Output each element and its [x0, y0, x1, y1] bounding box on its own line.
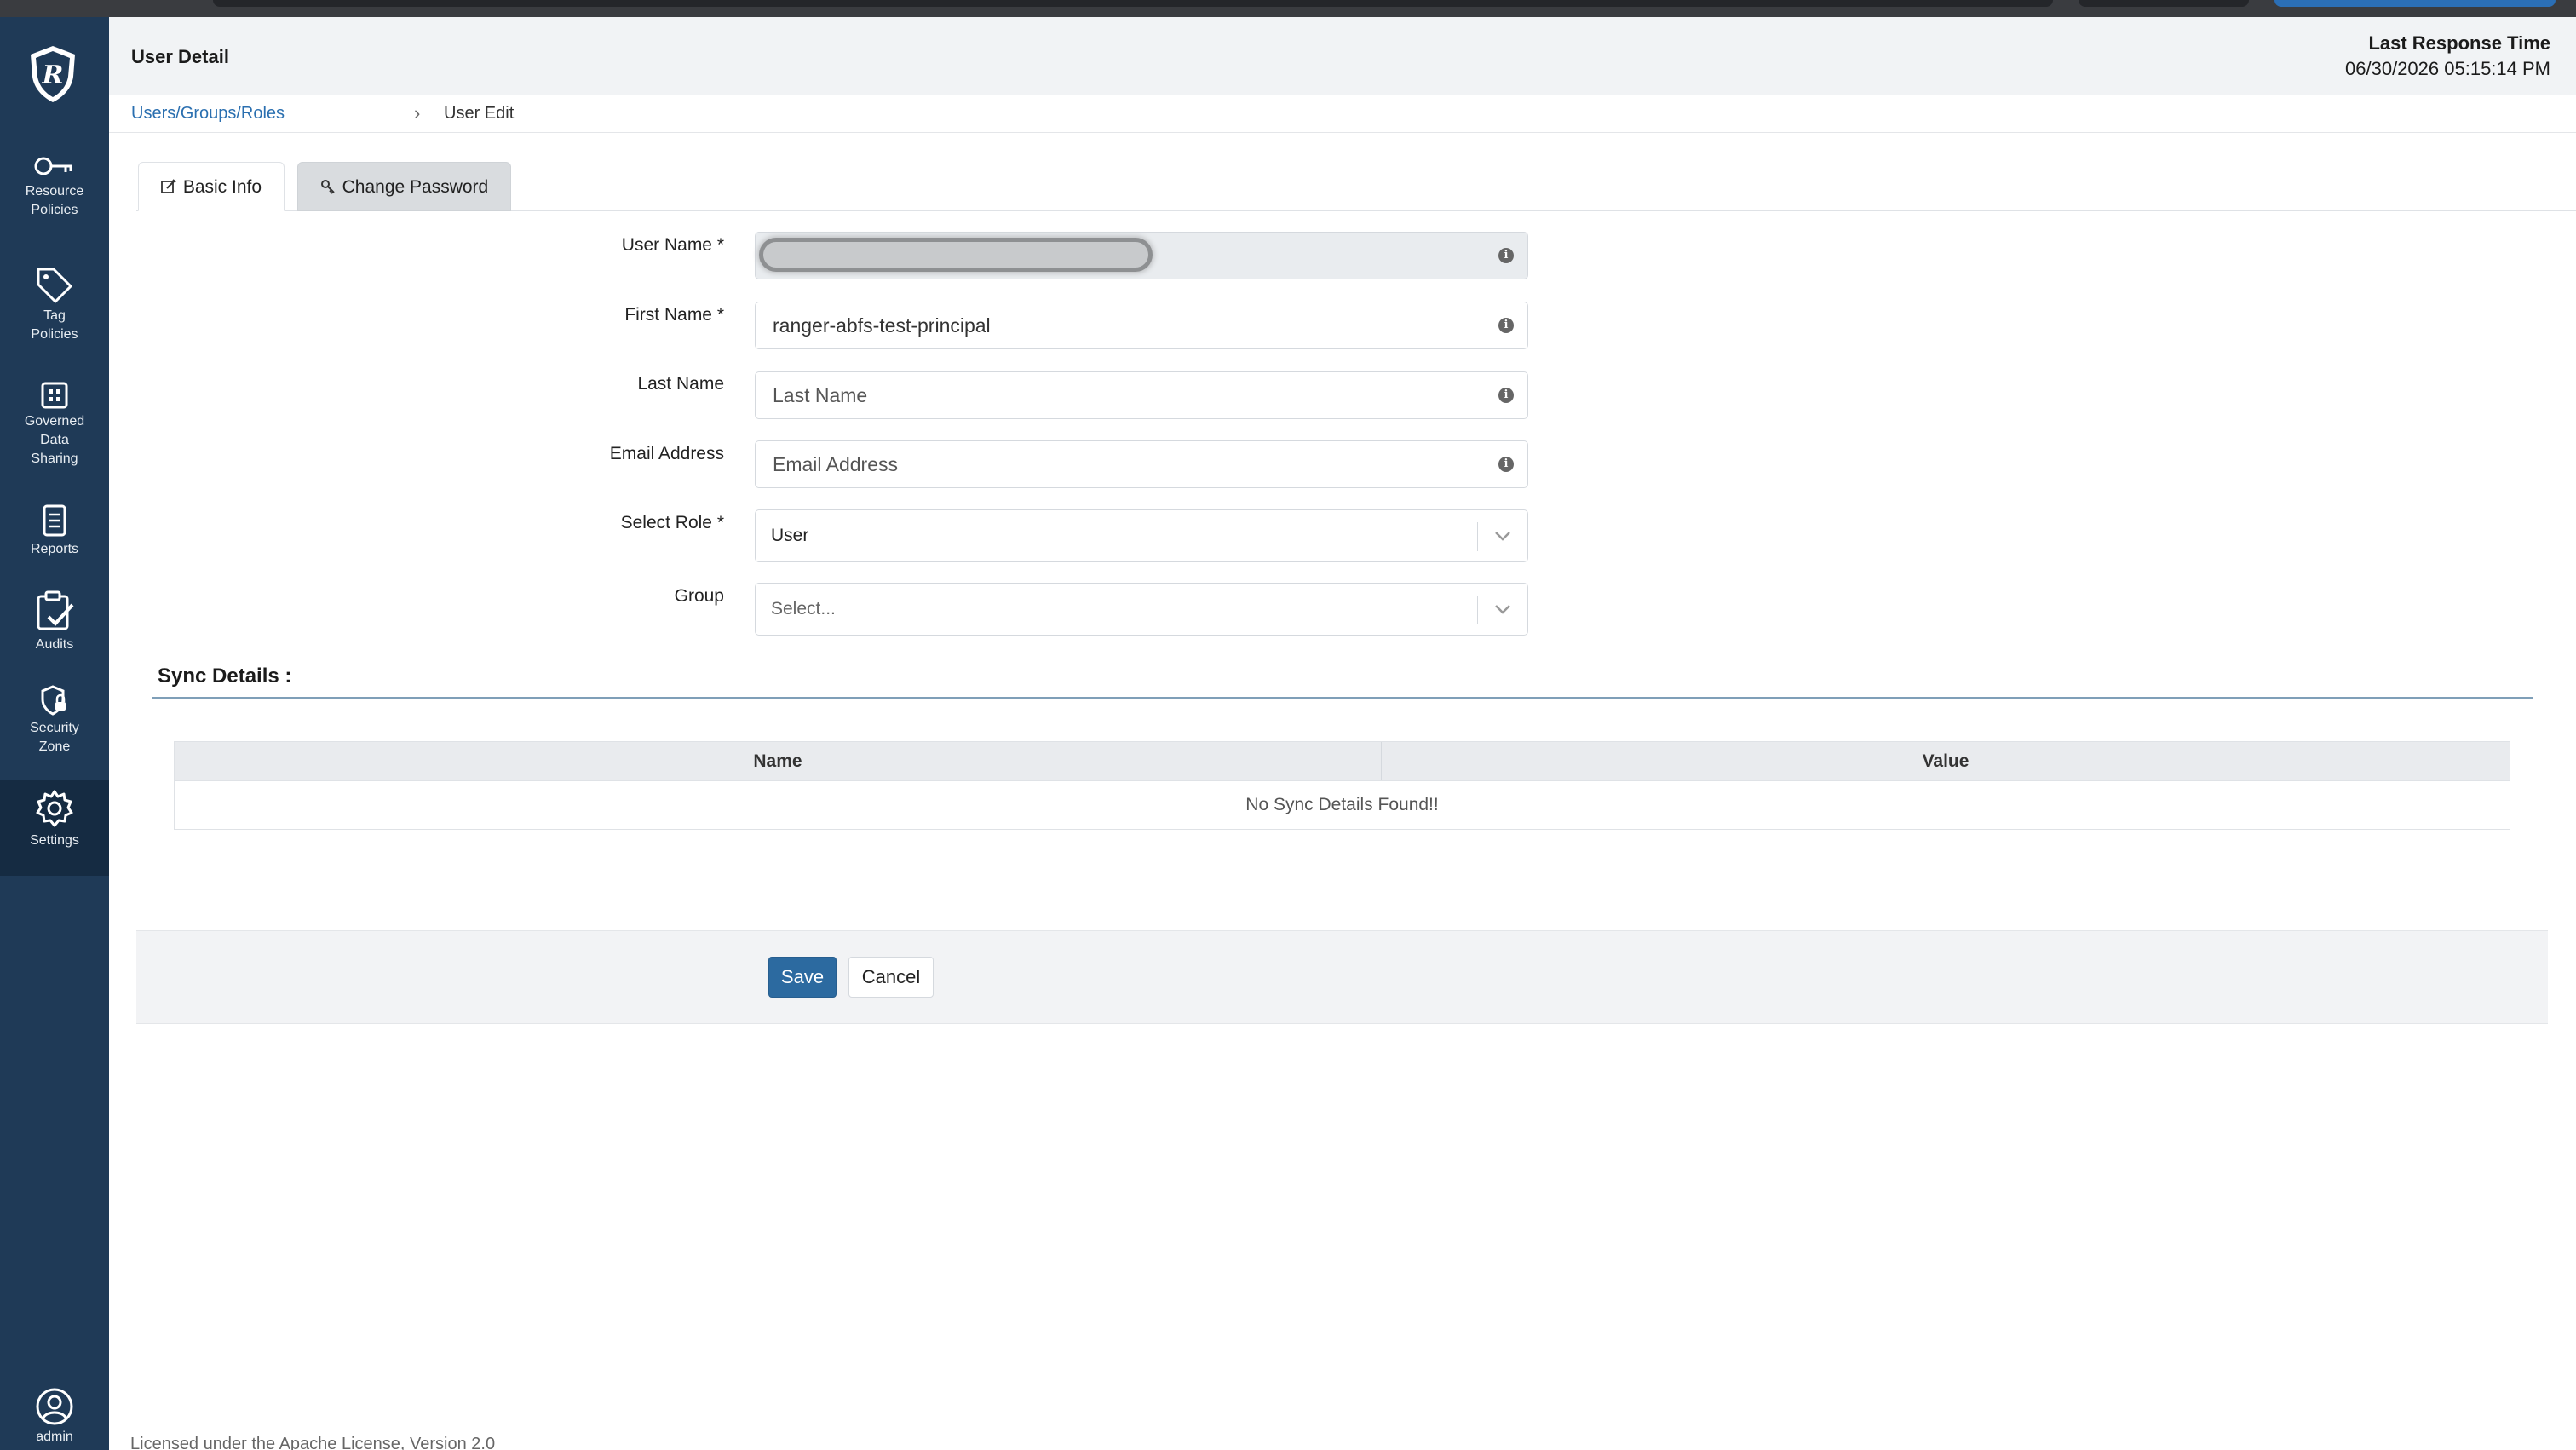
table-header: Name Value — [175, 742, 2510, 781]
clipboard-check-icon — [37, 590, 74, 630]
info-icon[interactable]: i — [1498, 248, 1514, 263]
user-name-field: i — [755, 232, 1528, 279]
sidebar-item-security-zone[interactable]: Security Zone — [0, 685, 109, 757]
table-empty-message: No Sync Details Found!! — [1245, 795, 1439, 814]
chevron-down-icon[interactable] — [1493, 529, 1512, 543]
gear-icon — [36, 790, 73, 827]
sidebar-item-settings[interactable]: Settings — [0, 780, 109, 876]
info-icon[interactable]: i — [1498, 388, 1514, 403]
email-label: Email Address — [609, 444, 724, 463]
user-name-label: User Name * — [621, 235, 724, 255]
tab-label: Basic Info — [182, 177, 262, 197]
last-response-label: Last Response Time — [2368, 32, 2550, 54]
key-icon — [34, 157, 72, 175]
page-title: User Detail — [131, 46, 229, 67]
breadcrumb-current: User Edit — [444, 104, 515, 123]
group-select-placeholder: Select... — [771, 599, 836, 619]
select-divider — [1477, 522, 1478, 551]
key-small-icon — [320, 180, 335, 194]
email-placeholder: Email Address — [773, 453, 899, 475]
sidebar-item-reports[interactable]: Reports — [0, 504, 109, 559]
info-icon[interactable]: i — [1498, 457, 1514, 472]
sync-details-table: Name Value No Sync Details Found!! — [174, 741, 2510, 830]
sidebar-item-label: Settings — [30, 833, 79, 848]
ranger-logo-icon[interactable]: R — [26, 43, 80, 104]
cancel-button[interactable]: Cancel — [848, 957, 934, 998]
chevron-down-icon[interactable] — [1493, 602, 1512, 616]
form-actions: Save Cancel — [136, 930, 2548, 1024]
report-icon — [43, 504, 66, 537]
sidebar-item-label: Zone — [38, 739, 71, 754]
tab-label: Change Password — [342, 177, 489, 197]
svg-text:R: R — [42, 60, 64, 90]
sidebar-item-tag-policies[interactable]: Tag Policies — [0, 266, 109, 344]
last-name-label: Last Name — [637, 374, 724, 394]
footer-license: Licensed under the Apache License, Versi… — [130, 1435, 496, 1450]
breadcrumb-users-groups-roles[interactable]: Users/Groups/Roles — [131, 104, 285, 124]
last-response-value: 06/30/2026 05:15:14 PM — [2345, 58, 2550, 79]
email-input[interactable]: Email Address i — [755, 440, 1528, 488]
last-name-input[interactable]: Last Name i — [755, 371, 1528, 419]
sidebar: R Resource Policies Tag Policies Governe… — [0, 17, 109, 1450]
redacted-value — [759, 238, 1153, 272]
sync-details-title: Sync Details : — [158, 665, 292, 688]
tag-icon — [37, 268, 72, 303]
sidebar-item-label: Policies — [31, 203, 78, 217]
sidebar-item-governed-data-sharing[interactable]: Governed Data Sharing — [0, 382, 109, 469]
sync-details-divider — [152, 697, 2533, 699]
breadcrumb: Users/Groups/Roles › User Edit — [109, 95, 2576, 133]
column-header-name: Name — [175, 742, 1382, 780]
browser-pill-blue — [2274, 0, 2556, 7]
tab-change-password[interactable]: Change Password — [297, 162, 511, 211]
sidebar-item-label: Governed — [24, 414, 85, 429]
user-name-label: admin — [36, 1430, 73, 1444]
role-select[interactable]: User — [755, 509, 1528, 562]
shield-lock-icon — [41, 685, 66, 716]
sidebar-item-label: Data — [40, 433, 69, 447]
browser-bar — [213, 0, 2053, 7]
sidebar-item-label: Audits — [35, 637, 74, 652]
tab-basic-info[interactable]: Basic Info — [138, 162, 285, 211]
browser-pill — [2079, 0, 2249, 7]
browser-top-strip — [0, 0, 2576, 17]
first-name-input[interactable]: ranger-abfs-test-principal i — [755, 302, 1528, 349]
group-select[interactable]: Select... — [755, 583, 1528, 636]
select-divider — [1477, 596, 1478, 624]
sidebar-item-resource-policies[interactable]: Resource Policies — [0, 153, 109, 220]
grid-icon — [41, 382, 68, 409]
first-name-label: First Name * — [624, 305, 724, 325]
column-header-value: Value — [1922, 751, 1969, 771]
last-name-placeholder: Last Name — [773, 384, 868, 406]
user-menu[interactable]: admin — [0, 1387, 109, 1445]
group-label: Group — [674, 586, 724, 606]
info-icon[interactable]: i — [1498, 318, 1514, 333]
save-button[interactable]: Save — [768, 957, 837, 998]
sidebar-item-audits[interactable]: Audits — [0, 590, 109, 654]
select-role-label: Select Role * — [620, 513, 724, 532]
first-name-value: ranger-abfs-test-principal — [773, 314, 991, 337]
sidebar-item-label: Tag — [43, 308, 66, 323]
sidebar-item-label: Policies — [31, 327, 78, 342]
page-header: User Detail Last Response Time 06/30/202… — [109, 17, 2576, 95]
edit-icon — [161, 179, 176, 193]
breadcrumb-separator: › — [414, 102, 421, 124]
sidebar-item-label: Security — [30, 721, 79, 735]
user-avatar-icon — [36, 1388, 73, 1425]
sidebar-item-label: Sharing — [31, 452, 78, 466]
sidebar-item-label: Resource — [25, 184, 84, 199]
sidebar-item-label: Reports — [30, 542, 79, 556]
role-select-value: User — [771, 526, 809, 545]
